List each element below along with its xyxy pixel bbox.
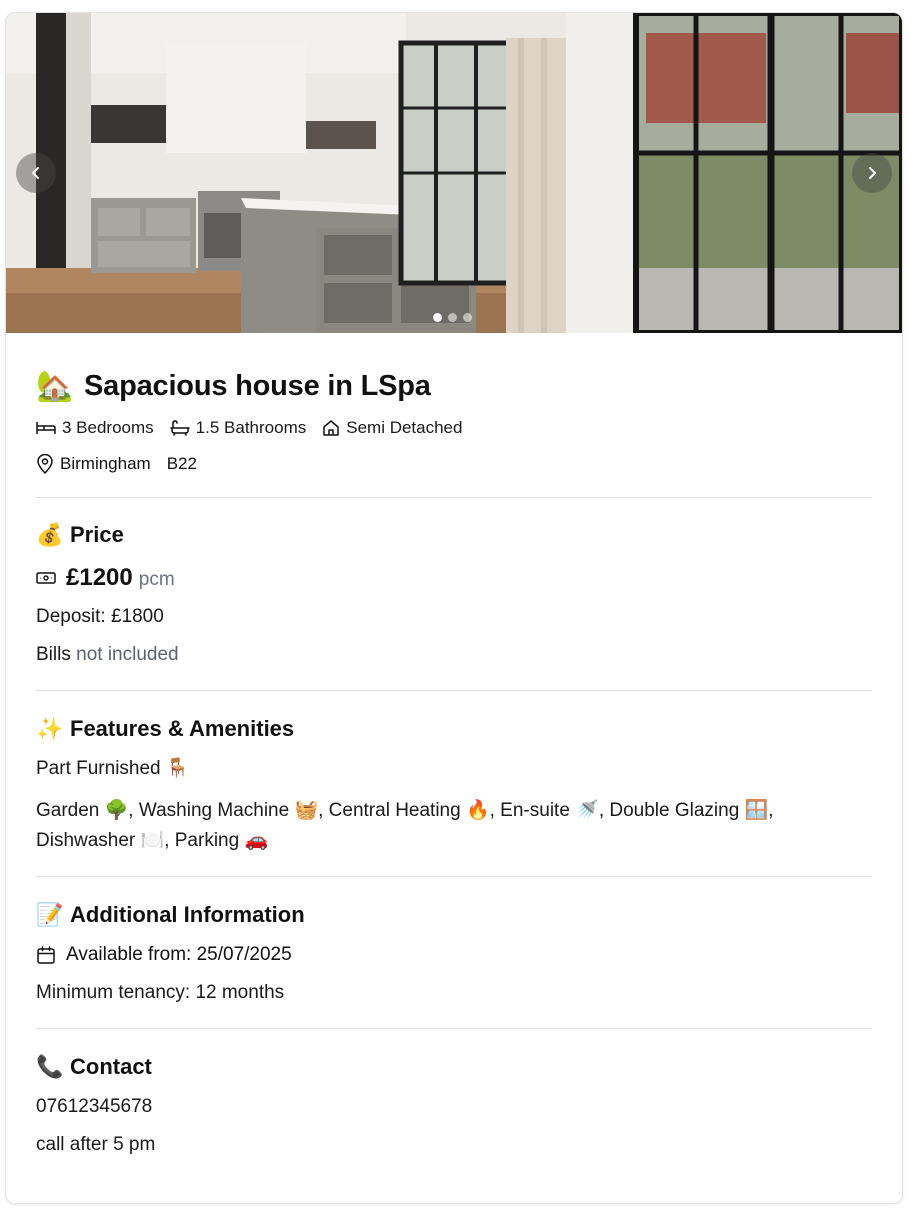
available-from-text: Available from: 25/07/2025	[66, 944, 292, 965]
divider	[36, 876, 872, 877]
property-specs: 3 Bedrooms 1.5 Bathrooms Semi Detached	[36, 417, 872, 439]
features-heading-label: Features & Amenities	[70, 716, 295, 741]
banknote-icon	[36, 572, 56, 584]
bed-icon	[36, 422, 56, 434]
carousel-next-button[interactable]	[852, 153, 892, 193]
carousel-dot-3[interactable]	[463, 313, 472, 322]
postcode-label: B22	[166, 454, 197, 473]
deposit-text: Deposit: £1800	[36, 606, 164, 627]
carousel-dot-2[interactable]	[448, 313, 457, 322]
listing-card: 🏡 Sapacious house in LSpa 3 Bedrooms 1.5…	[5, 12, 903, 1204]
features-section-heading: ✨ Features & Amenities	[36, 714, 872, 744]
home-icon	[323, 420, 339, 436]
property-photo	[6, 13, 902, 333]
house-emoji-icon: 🏡	[36, 369, 74, 403]
divider	[36, 1028, 872, 1029]
contact-phone[interactable]: 07612345678	[36, 1096, 872, 1118]
property-type-spec: Semi Detached	[322, 418, 462, 438]
price-period: pcm	[138, 569, 175, 590]
bills-text: Bills not included	[36, 644, 872, 666]
contact-heading-label: Contact	[70, 1054, 152, 1079]
map-pin-icon	[37, 454, 53, 474]
calendar-icon	[37, 946, 55, 964]
furnishing-text: Part Furnished 🪑	[36, 758, 190, 779]
city-label: Birmingham	[60, 454, 151, 473]
price-section-heading: 💰 Price	[36, 520, 872, 550]
amenities-line-1: Garden 🌳, Washing Machine 🧺, Central Hea…	[36, 800, 774, 821]
bedrooms-label: 3 Bedrooms	[62, 418, 154, 437]
available-from-row: Available from: 25/07/2025	[36, 944, 872, 966]
bath-icon	[169, 420, 190, 436]
bathrooms-spec: 1.5 Bathrooms	[169, 418, 307, 438]
money-bag-emoji-icon: 💰	[36, 522, 64, 547]
bills-prefix: Bills	[36, 644, 71, 665]
contact-section-heading: 📞 Contact	[36, 1052, 872, 1082]
carousel-dot-1[interactable]	[433, 313, 442, 322]
property-type-label: Semi Detached	[346, 418, 463, 437]
amenities-line-2: Dishwasher 🍽️, Parking 🚗	[36, 830, 269, 851]
telephone-emoji-icon: 📞	[36, 1054, 64, 1079]
additional-section-heading: 📝 Additional Information	[36, 900, 872, 930]
listing-title: Sapacious house in LSpa	[84, 369, 431, 402]
bedrooms-spec: 3 Bedrooms	[36, 418, 154, 438]
divider	[36, 497, 872, 498]
carousel-prev-button[interactable]	[16, 153, 56, 193]
chevron-right-icon	[869, 167, 876, 179]
chevron-left-icon	[32, 167, 39, 179]
divider	[36, 690, 872, 691]
bills-status: not included	[76, 644, 179, 665]
price-heading-label: Price	[70, 522, 124, 547]
price-row: £1200 pcm	[36, 564, 872, 592]
location-row: Birmingham B22	[36, 453, 872, 475]
additional-heading-label: Additional Information	[70, 902, 305, 927]
amenities-text: Garden 🌳, Washing Machine 🧺, Central Hea…	[36, 796, 872, 856]
bathrooms-label: 1.5 Bathrooms	[195, 418, 307, 437]
price-amount: £1200	[66, 564, 133, 591]
contact-note: call after 5 pm	[36, 1134, 156, 1155]
carousel-dots	[433, 313, 472, 322]
listing-title-row: 🏡 Sapacious house in LSpa	[36, 367, 872, 405]
sparkles-emoji-icon: ✨	[36, 716, 64, 741]
image-carousel[interactable]	[6, 13, 902, 333]
memo-emoji-icon: 📝	[36, 902, 64, 927]
min-tenancy-text: Minimum tenancy: 12 months	[36, 982, 285, 1003]
